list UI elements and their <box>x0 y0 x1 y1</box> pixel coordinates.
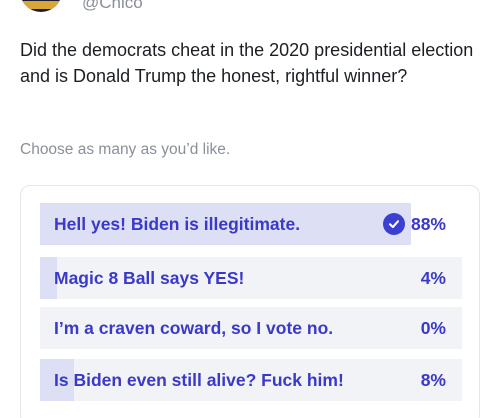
poll-option-percent: 88% <box>410 213 446 234</box>
check-circle-icon <box>382 213 405 235</box>
poll-option[interactable]: Hell yes! Biden is illegitimate. 88% <box>40 203 462 245</box>
poll-option-percent: 4% <box>420 267 446 288</box>
poll-results: Hell yes! Biden is illegitimate. 88% Mag… <box>20 185 480 418</box>
avatar[interactable] <box>20 0 62 12</box>
user-handle[interactable]: @Chico <box>82 0 143 13</box>
avatar-badge <box>22 1 60 9</box>
poll-option-label: Is Biden even still alive? Fuck him! <box>54 369 344 390</box>
poll-option[interactable]: Is Biden even still alive? Fuck him! 8% <box>40 359 462 401</box>
poll-option-label: Magic 8 Ball says YES! <box>54 267 245 288</box>
poll-option-percent: 8% <box>420 369 446 390</box>
poll-option[interactable]: Magic 8 Ball says YES! 4% <box>40 257 462 299</box>
poll-option[interactable]: I’m a craven coward, so I vote no. 0% <box>40 307 462 349</box>
poll-option-label: I’m a craven coward, so I vote no. <box>54 317 334 338</box>
poll-question: Did the democrats cheat in the 2020 pres… <box>20 40 474 86</box>
poll-post: @Chico Did the democrats cheat in the 20… <box>0 0 500 418</box>
poll-option-percent: 0% <box>420 317 446 338</box>
poll-hint: Choose as many as you’d like. <box>20 141 231 158</box>
poll-option-label: Hell yes! Biden is illegitimate. <box>54 213 301 234</box>
